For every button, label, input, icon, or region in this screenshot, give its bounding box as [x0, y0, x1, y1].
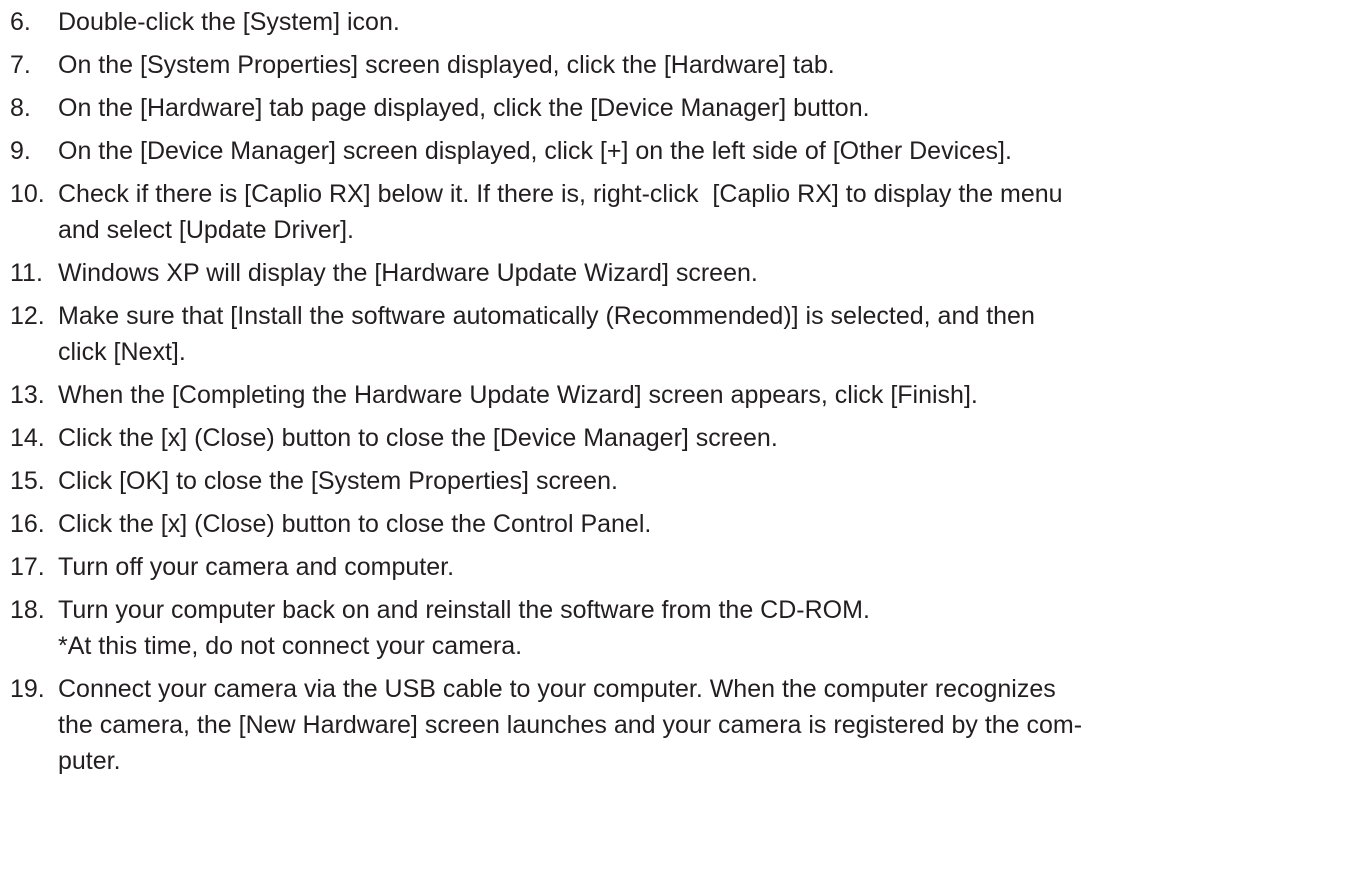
step-number: 14.: [10, 424, 45, 452]
step-number: 10.: [10, 180, 45, 208]
step-text: When the [Completing the Hardware Update…: [58, 377, 1368, 413]
step-10: 10. Check if there is [Caplio RX] below …: [10, 176, 1368, 248]
step-text: Turn your computer back on and reinstall…: [58, 592, 1368, 664]
step-number: 11.: [10, 259, 43, 287]
step-text-line: On the [Hardware] tab page displayed, cl…: [58, 94, 870, 122]
document-page: 6. Double-click the [System] icon. 7. On…: [0, 0, 1368, 885]
step-number: 13.: [10, 381, 45, 409]
step-text-line: Turn off your camera and computer.: [58, 553, 455, 581]
step-text-line: Click the [x] (Close) button to close th…: [58, 424, 778, 452]
step-15: 15. Click [OK] to close the [System Prop…: [10, 463, 1368, 499]
step-text-line: the camera, the [New Hardware] screen la…: [58, 711, 1083, 739]
step-text-line: and select [Update Driver].: [58, 216, 354, 244]
step-11: 11. Windows XP will display the [Hardwar…: [10, 255, 1368, 291]
step-text-line: Turn your computer back on and reinstall…: [58, 596, 870, 624]
step-number: 7.: [10, 51, 31, 79]
step-number: 12.: [10, 302, 45, 330]
step-number: 18.: [10, 596, 45, 624]
step-text: Double-click the [System] icon.: [58, 4, 1368, 40]
step-number: 15.: [10, 467, 45, 495]
step-text-line: Make sure that [Install the software aut…: [58, 302, 1035, 330]
step-text: Check if there is [Caplio RX] below it. …: [58, 176, 1368, 248]
step-text-line: Click the [x] (Close) button to close th…: [58, 510, 652, 538]
step-number: 9.: [10, 137, 31, 165]
step-6: 6. Double-click the [System] icon.: [10, 4, 1368, 40]
step-text-line: Connect your camera via the USB cable to…: [58, 675, 1056, 703]
step-18: 18. Turn your computer back on and reins…: [10, 592, 1368, 664]
step-text: Turn off your camera and computer.: [58, 549, 1368, 585]
step-number: 16.: [10, 510, 45, 538]
step-number: 6.: [10, 8, 31, 36]
step-text-line: When the [Completing the Hardware Update…: [58, 381, 978, 409]
step-number: 8.: [10, 94, 31, 122]
step-8: 8. On the [Hardware] tab page displayed,…: [10, 90, 1368, 126]
step-16: 16. Click the [x] (Close) button to clos…: [10, 506, 1368, 542]
step-14: 14. Click the [x] (Close) button to clos…: [10, 420, 1368, 456]
step-text: Connect your camera via the USB cable to…: [58, 671, 1368, 779]
step-text-line: Check if there is [Caplio RX] below it. …: [58, 180, 1063, 208]
step-text-line: Windows XP will display the [Hardware Up…: [58, 259, 758, 287]
step-9: 9. On the [Device Manager] screen displa…: [10, 133, 1368, 169]
step-text: On the [Hardware] tab page displayed, cl…: [58, 90, 1368, 126]
step-text: On the [Device Manager] screen displayed…: [58, 133, 1368, 169]
step-17: 17. Turn off your camera and computer.: [10, 549, 1368, 585]
instruction-steps-list: 6. Double-click the [System] icon. 7. On…: [10, 4, 1368, 779]
step-text: Make sure that [Install the software aut…: [58, 298, 1368, 370]
step-19: 19. Connect your camera via the USB cabl…: [10, 671, 1368, 779]
step-text-line: Double-click the [System] icon.: [58, 8, 400, 36]
step-number: 19.: [10, 675, 45, 703]
step-12: 12. Make sure that [Install the software…: [10, 298, 1368, 370]
step-text: On the [System Properties] screen displa…: [58, 47, 1368, 83]
step-text-line: On the [System Properties] screen displa…: [58, 51, 835, 79]
step-text: Windows XP will display the [Hardware Up…: [58, 255, 1368, 291]
step-7: 7. On the [System Properties] screen dis…: [10, 47, 1368, 83]
step-note-line: *At this time, do not connect your camer…: [58, 632, 523, 660]
step-text-line: Click [OK] to close the [System Properti…: [58, 467, 618, 495]
step-text: Click the [x] (Close) button to close th…: [58, 420, 1368, 456]
step-text: Click the [x] (Close) button to close th…: [58, 506, 1368, 542]
step-13: 13. When the [Completing the Hardware Up…: [10, 377, 1368, 413]
step-text: Click [OK] to close the [System Properti…: [58, 463, 1368, 499]
step-number: 17.: [10, 553, 45, 581]
step-text-line: puter.: [58, 747, 121, 775]
step-text-line: click [Next].: [58, 338, 186, 366]
step-text-line: On the [Device Manager] screen displayed…: [58, 137, 1012, 165]
